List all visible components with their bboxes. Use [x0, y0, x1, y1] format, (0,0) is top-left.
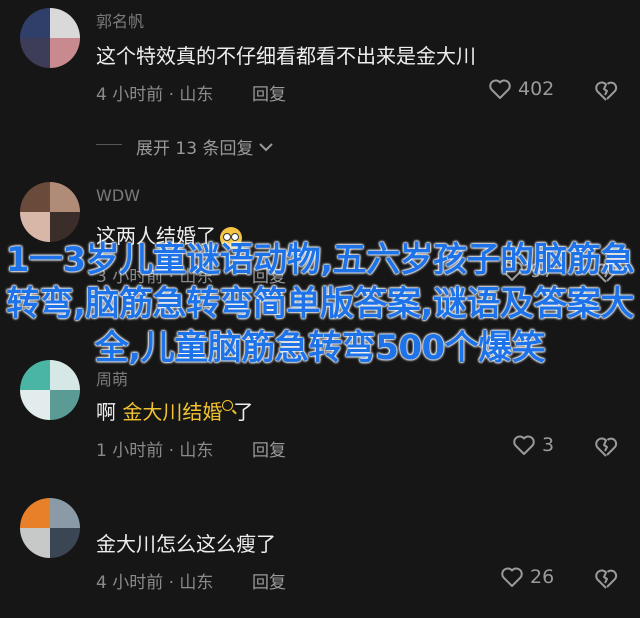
avatar-tile	[20, 360, 50, 390]
avatar-tile	[50, 390, 80, 420]
comment-text: 这两人结婚了	[96, 220, 242, 249]
comment-time-location: 4 小时前 · 山东	[96, 573, 214, 593]
heart-icon	[489, 79, 511, 99]
avatar[interactable]	[20, 182, 80, 242]
avatar[interactable]	[20, 360, 80, 420]
avatar-tile	[50, 182, 80, 212]
broken-heart-icon	[595, 263, 618, 283]
avatar-tile	[20, 390, 50, 420]
expand-replies-label: 展开 13 条回复	[136, 139, 254, 159]
avatar-tile	[50, 8, 80, 38]
like-count: 26	[530, 566, 555, 588]
heart-icon	[501, 567, 523, 587]
shocked-emoji-icon	[220, 226, 242, 249]
avatar-tile	[50, 498, 80, 528]
avatar-tile	[20, 8, 50, 38]
comment-text: 金大川怎么这么瘦了	[96, 532, 276, 556]
reply-button[interactable]: 回复	[252, 568, 286, 593]
comment-time-location: 3 小时前 · 山东	[96, 267, 214, 287]
heart-icon	[501, 261, 523, 281]
heart-icon	[513, 435, 535, 455]
reply-button[interactable]: 回复	[252, 436, 286, 461]
like-button[interactable]: 3	[512, 434, 554, 456]
avatar-tile	[20, 498, 50, 528]
like-count: 3	[542, 434, 555, 456]
avatar-tile	[20, 528, 50, 558]
broken-heart-icon	[595, 437, 618, 457]
dislike-button[interactable]	[594, 262, 618, 288]
comment-text: 这个特效真的不仔细看都看不出来是金大川	[96, 44, 476, 68]
overlay-title: 1一3岁儿童谜语动物,五六岁孩子的脑筋急转弯,脑筋急转弯简单版答案,谜语及答案大…	[5, 240, 635, 368]
avatar-tile	[50, 38, 80, 68]
expand-divider	[96, 144, 122, 145]
avatar-tile	[50, 360, 80, 390]
comment-time-location: 4 小时前 · 山东	[96, 85, 214, 105]
avatar[interactable]	[20, 498, 80, 558]
broken-heart-icon	[595, 81, 618, 101]
comment-text-prefix: 啊	[96, 400, 123, 424]
comment-text-content: 这两人结婚了	[96, 224, 216, 248]
like-count: 97	[530, 260, 555, 282]
avatar-tile	[20, 182, 50, 212]
reply-button[interactable]: 回复	[252, 80, 286, 105]
avatar-tile	[20, 212, 50, 242]
dislike-button[interactable]	[594, 568, 618, 594]
chevron-down-icon	[259, 142, 274, 151]
broken-heart-icon	[595, 569, 618, 589]
search-icon	[222, 400, 234, 411]
comment-username[interactable]: 郭名帆	[96, 8, 144, 32]
like-count: 402	[518, 78, 555, 100]
dislike-button[interactable]	[594, 436, 618, 462]
dislike-button[interactable]	[594, 80, 618, 106]
avatar[interactable]	[20, 8, 80, 68]
comment-time-location: 1 小时前 · 山东	[96, 441, 214, 461]
like-button[interactable]: 97	[500, 260, 554, 282]
like-button[interactable]: 402	[488, 78, 554, 100]
avatar-tile	[50, 528, 80, 558]
comment-text: 啊 金大川结婚了	[96, 396, 253, 425]
avatar-tile	[20, 38, 50, 68]
avatar-tile	[50, 212, 80, 242]
reply-button[interactable]: 回复	[252, 262, 286, 287]
search-link[interactable]: 金大川结婚	[122, 400, 222, 424]
like-button[interactable]: 26	[500, 566, 554, 588]
comment-username[interactable]: WDW	[96, 186, 140, 205]
expand-replies-button[interactable]: 展开 13 条回复	[136, 134, 274, 159]
comment-username[interactable]: 周萌	[96, 366, 128, 390]
